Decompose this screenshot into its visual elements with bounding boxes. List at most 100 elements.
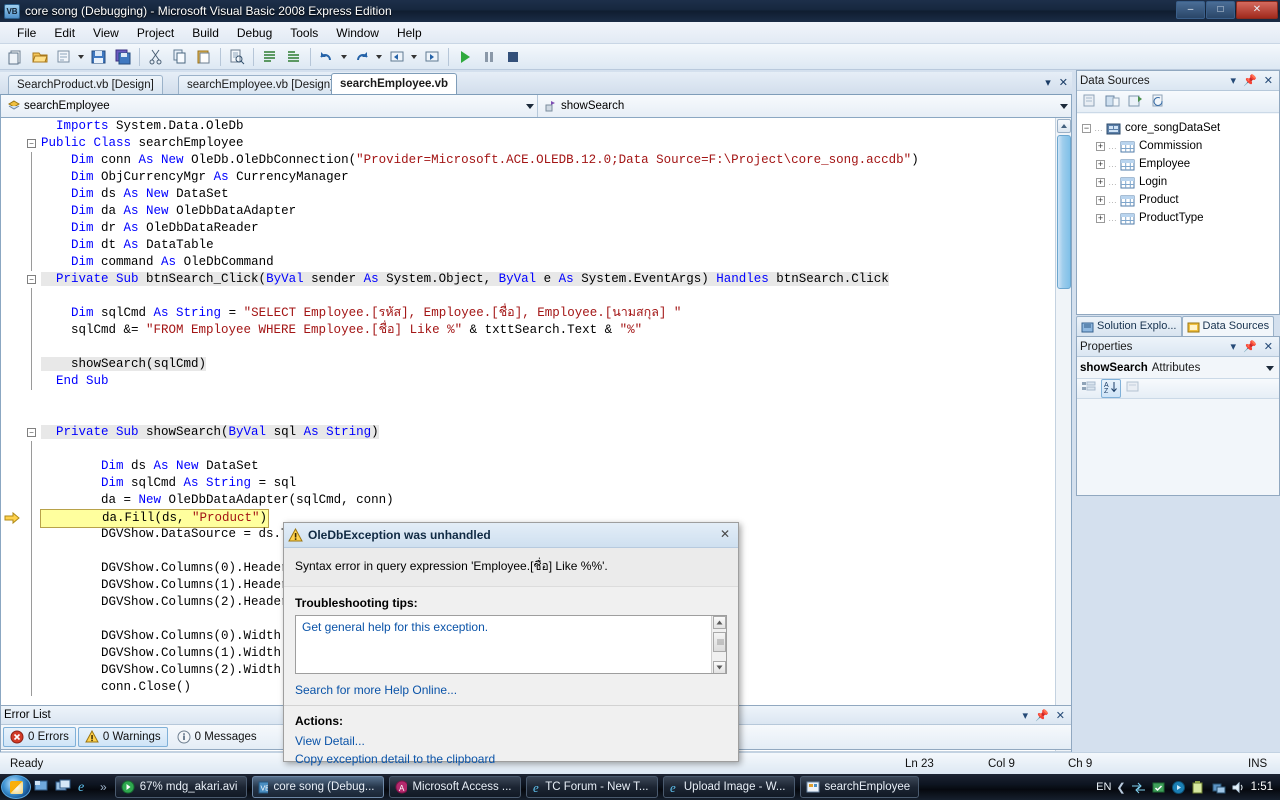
close-icon[interactable]: ✕ <box>716 526 734 544</box>
tree-node-employee[interactable]: + … Employee <box>1080 155 1279 173</box>
errors-filter-button[interactable]: 0 Errors <box>3 727 76 747</box>
chevron-down-icon[interactable] <box>523 95 537 117</box>
properties-grid[interactable] <box>1077 403 1279 495</box>
taskbar-item-tc-forum[interactable]: e TC Forum - New T... <box>525 776 658 798</box>
chevron-down-icon[interactable] <box>1057 95 1071 117</box>
start-debug-icon[interactable] <box>454 46 476 68</box>
code-line[interactable] <box>39 288 1071 305</box>
redo-icon[interactable] <box>351 46 373 68</box>
property-pages-icon[interactable] <box>1124 380 1142 397</box>
redo-dropdown-icon[interactable] <box>374 46 385 68</box>
media-player-icon[interactable] <box>1171 780 1186 795</box>
uncomment-icon[interactable] <box>283 46 305 68</box>
close-icon[interactable]: ✕ <box>1264 340 1273 353</box>
tip-general-help-link[interactable]: Get general help for this exception. <box>296 616 726 638</box>
tab-solution-explorer[interactable]: Solution Explo... <box>1076 316 1182 336</box>
expand-icon[interactable]: + <box>1096 141 1105 151</box>
add-item-dropdown-icon[interactable] <box>76 46 87 68</box>
chevron-down-icon[interactable]: ▾ <box>1045 76 1051 89</box>
add-new-item-icon[interactable] <box>53 46 75 68</box>
menu-item-edit[interactable]: Edit <box>45 24 84 42</box>
pin-icon[interactable]: 📌 <box>1243 74 1257 87</box>
troubleshooting-tips-list[interactable]: Get general help for this exception. <box>295 615 727 674</box>
scroll-up-button[interactable] <box>1057 119 1071 133</box>
editor-indicator-margin[interactable] <box>1 118 25 767</box>
warnings-filter-button[interactable]: 0 Warnings <box>77 727 168 747</box>
taskbar-item-access[interactable]: A Microsoft Access ... <box>388 776 521 798</box>
tips-scroll-up-button[interactable] <box>713 616 726 629</box>
edit-dataset-icon[interactable] <box>1104 93 1124 111</box>
code-line[interactable] <box>39 441 1071 458</box>
editor-vertical-scrollbar[interactable] <box>1055 118 1071 752</box>
code-line[interactable]: Public Class searchEmployee <box>39 135 1071 152</box>
start-button[interactable] <box>1 775 31 799</box>
close-button[interactable]: ✕ <box>1236 1 1278 19</box>
code-line[interactable]: Dim ds As New DataSet <box>39 186 1071 203</box>
navigate-dropdown-icon[interactable] <box>409 46 420 68</box>
navigate-forward-icon[interactable] <box>421 46 443 68</box>
code-line[interactable]: Dim dt As DataTable <box>39 237 1071 254</box>
expand-icon[interactable]: + <box>1096 177 1105 187</box>
find-icon[interactable] <box>226 46 248 68</box>
expand-icon[interactable]: + <box>1096 195 1105 205</box>
collapse-region-icon[interactable]: − <box>27 428 36 437</box>
tree-node-producttype[interactable]: + … ProductType <box>1080 209 1279 227</box>
view-detail-link[interactable]: View Detail... <box>295 734 727 748</box>
code-line[interactable]: End Sub <box>39 373 1071 390</box>
tab-searchemployee-code[interactable]: searchEmployee.vb <box>331 73 458 94</box>
tips-scroll-thumb[interactable] <box>713 632 726 652</box>
refresh-icon[interactable] <box>1150 93 1170 111</box>
save-icon[interactable] <box>88 46 110 68</box>
expand-icon[interactable]: + <box>1096 213 1105 223</box>
navigate-back-icon[interactable] <box>386 46 408 68</box>
code-line[interactable]: Dim conn As New OleDb.OleDbConnection("P… <box>39 152 1071 169</box>
code-line[interactable]: Dim command As OleDbCommand <box>39 254 1071 271</box>
data-sources-tree[interactable]: − … core_songDataSet + … Commission + … … <box>1077 114 1279 314</box>
tree-node-commission[interactable]: + … Commission <box>1080 137 1279 155</box>
collapse-icon[interactable]: − <box>1082 123 1091 133</box>
menu-item-window[interactable]: Window <box>327 24 388 42</box>
switch-window-icon[interactable] <box>54 777 74 797</box>
code-line[interactable]: Dim da As New OleDbDataAdapter <box>39 203 1071 220</box>
code-line[interactable]: Dim sqlCmd As String = "SELECT Employee.… <box>39 305 1071 322</box>
close-icon[interactable]: ✕ <box>1056 709 1065 722</box>
tips-scrollbar[interactable] <box>711 616 726 673</box>
undo-dropdown-icon[interactable] <box>339 46 350 68</box>
taskbar-clock[interactable]: 1:51 <box>1251 781 1273 793</box>
code-line[interactable]: Dim ds As New DataSet <box>39 458 1071 475</box>
tips-scroll-down-button[interactable] <box>713 661 726 673</box>
language-indicator[interactable]: EN <box>1096 781 1111 793</box>
menu-item-help[interactable]: Help <box>388 24 431 42</box>
close-icon[interactable]: ✕ <box>1059 76 1068 89</box>
editor-outlining-margin[interactable]: − − − <box>25 118 39 767</box>
cut-icon[interactable] <box>145 46 167 68</box>
tree-node-login[interactable]: + … Login <box>1080 173 1279 191</box>
minimize-button[interactable]: – <box>1176 1 1205 19</box>
undo-icon[interactable] <box>316 46 338 68</box>
network-transfer-icon[interactable] <box>1131 780 1146 795</box>
menu-item-tools[interactable]: Tools <box>281 24 327 42</box>
taskbar-item-searchemployee[interactable]: searchEmployee <box>799 776 920 798</box>
chevron-down-icon[interactable]: ▾ <box>1231 340 1237 353</box>
menu-item-file[interactable]: File <box>8 24 45 42</box>
comment-icon[interactable] <box>259 46 281 68</box>
copy-icon[interactable] <box>169 46 191 68</box>
code-line[interactable]: da = New OleDbDataAdapter(sqlCmd, conn) <box>39 492 1071 509</box>
show-hidden-icons-icon[interactable]: ❮ <box>1116 781 1125 794</box>
code-line[interactable] <box>39 390 1071 407</box>
collapse-region-icon[interactable]: − <box>27 139 36 148</box>
internet-explorer-icon[interactable]: e <box>76 777 96 797</box>
maximize-button[interactable]: □ <box>1206 1 1235 19</box>
code-line[interactable]: showSearch(sqlCmd) <box>39 356 1071 373</box>
exception-assistant-dialog[interactable]: OleDbException was unhandled ✕ Syntax er… <box>283 522 739 766</box>
configure-dataset-icon[interactable] <box>1127 93 1147 111</box>
code-line[interactable] <box>39 407 1071 424</box>
code-line[interactable] <box>39 339 1071 356</box>
alphabetical-icon[interactable]: AZ <box>1101 379 1121 398</box>
code-line[interactable]: Dim sqlCmd As String = sql <box>39 475 1071 492</box>
taskbar-item-visual-basic[interactable]: VB core song (Debug... <box>251 776 384 798</box>
add-new-data-source-icon[interactable] <box>1081 93 1101 111</box>
code-line[interactable]: sqlCmd &= "FROM Employee WHERE Employee.… <box>39 322 1071 339</box>
break-all-icon[interactable] <box>478 46 500 68</box>
menu-item-build[interactable]: Build <box>183 24 228 42</box>
